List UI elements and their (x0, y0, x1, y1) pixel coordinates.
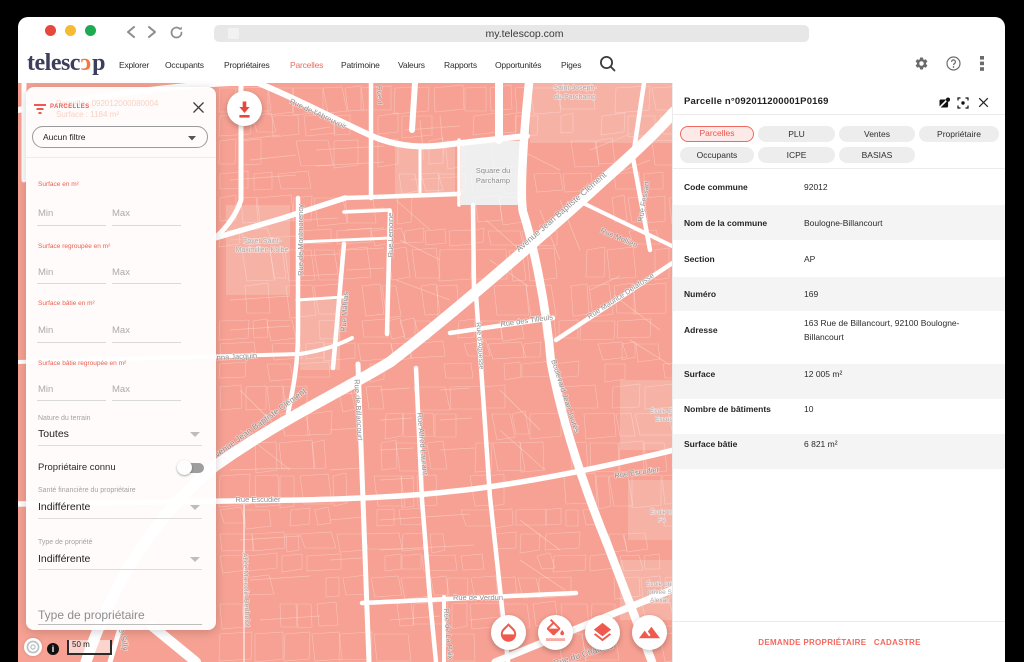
svg-text:Square du: Square du (476, 166, 511, 175)
svg-text:Rue d: Rue d (375, 86, 383, 105)
svg-text:Rue de Montmorency: Rue de Montmorency (296, 204, 305, 276)
svg-text:Alexan: Alexan (650, 597, 670, 604)
svg-text:École Élémen: École Élémen (650, 406, 672, 415)
svg-text:Rue Escudier: Rue Escudier (235, 495, 281, 504)
svg-text:Rue Lemoine: Rue Lemoine (386, 213, 395, 258)
svg-text:du-Parchamp: du-Parchamp (554, 94, 596, 101)
svg-text:École m: École m (650, 507, 672, 516)
svg-text:Rue de Verdun: Rue de Verdun (453, 593, 503, 602)
svg-text:Saint-Joseph-: Saint-Joseph- (553, 85, 597, 92)
svg-text:Foyer Saint-: Foyer Saint- (243, 238, 282, 245)
svg-text:privée S: privée S (648, 589, 672, 596)
svg-text:Fe: Fe (658, 517, 666, 524)
svg-text:Parchamp: Parchamp (476, 176, 510, 185)
svg-text:Maximilien Kolbe: Maximilien Kolbe (236, 247, 289, 254)
svg-text:École prin: École prin (646, 579, 672, 588)
svg-text:Escudie: Escudie (655, 416, 672, 423)
